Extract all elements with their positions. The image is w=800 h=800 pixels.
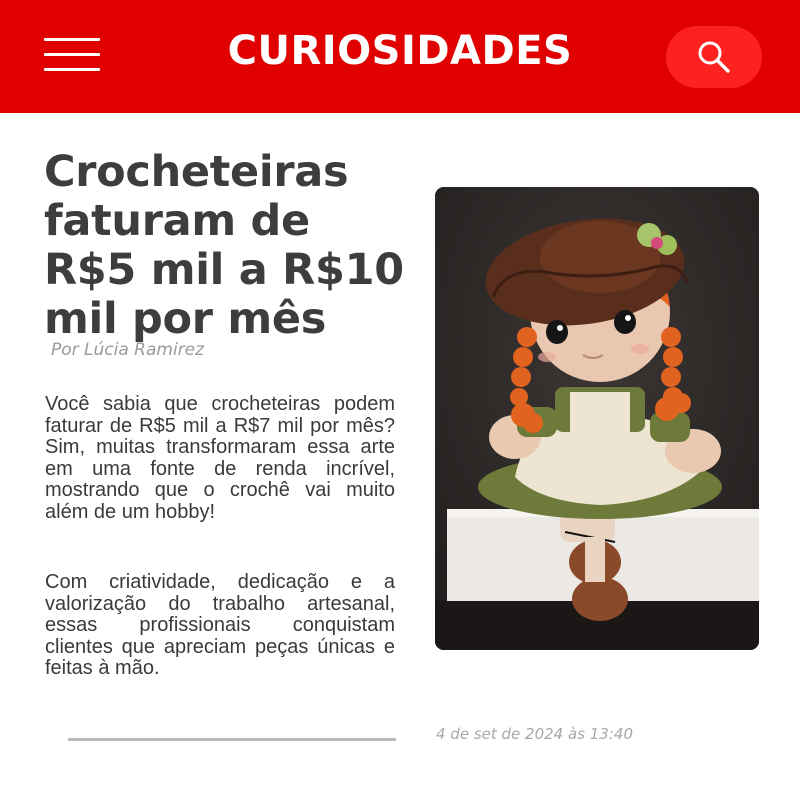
article-photo-crochet-doll bbox=[435, 187, 759, 650]
publish-timestamp: 4 de set de 2024 às 13:40 bbox=[436, 725, 633, 743]
site-header: CURIOSIDADES bbox=[0, 0, 800, 113]
search-button[interactable] bbox=[666, 26, 762, 88]
divider bbox=[68, 738, 396, 741]
article-byline: Por Lúcia Ramirez bbox=[51, 340, 205, 360]
search-icon bbox=[698, 41, 730, 73]
crochet-doll-illustration bbox=[435, 187, 759, 650]
article-paragraph: Com criatividade, dedicação e a valoriza… bbox=[45, 571, 395, 679]
article-headline: Crocheteiras faturam de R$5 mil a R$10 m… bbox=[44, 147, 404, 344]
article-paragraph: Você sabia que crocheteiras podem fatura… bbox=[45, 393, 395, 523]
